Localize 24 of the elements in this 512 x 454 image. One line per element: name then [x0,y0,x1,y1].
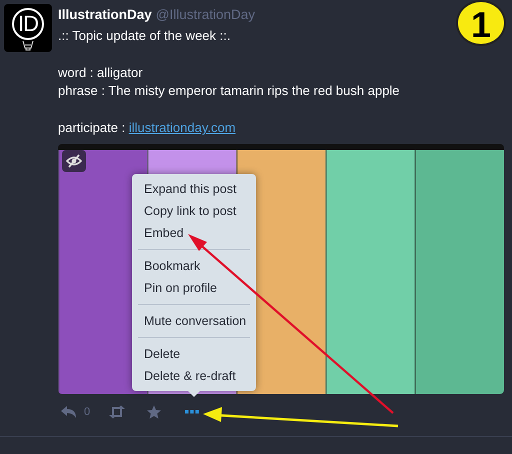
post-text: phrase : The misty emperor tamarin rips the red bush apple [58,82,401,100]
step-badge: 1 [456,0,506,46]
post-text: .:: Topic update of the week ::. [58,27,232,45]
menu-item[interactable]: Embed [132,222,256,244]
link[interactable]: illustrationday.com [128,120,236,135]
hide-media-button[interactable] [62,150,86,172]
post-text: participate : [58,120,126,135]
menu-item[interactable]: Bookmark [132,255,256,277]
reply-icon[interactable] [60,405,78,419]
menu-item[interactable]: Delete [132,343,256,365]
menu-item[interactable]: Copy link to post [132,200,256,222]
menu-item[interactable]: Delete & re-draft [132,365,256,387]
menu-item[interactable]: Expand this post [132,178,256,200]
author-name[interactable]: IllustrationDay [58,7,152,22]
star-icon[interactable] [146,404,162,420]
reply-count: 0 [84,406,92,418]
avatar[interactable]: ID [4,4,52,52]
boost-icon[interactable] [108,405,126,419]
menu-item[interactable]: Pin on profile [132,277,256,299]
more-icon[interactable] [184,409,200,415]
lightbulb-icon [20,41,36,51]
post-text: word : alligator [58,64,144,82]
avatar-text: ID [12,8,44,40]
menu-item[interactable]: Mute conversation [132,310,256,332]
